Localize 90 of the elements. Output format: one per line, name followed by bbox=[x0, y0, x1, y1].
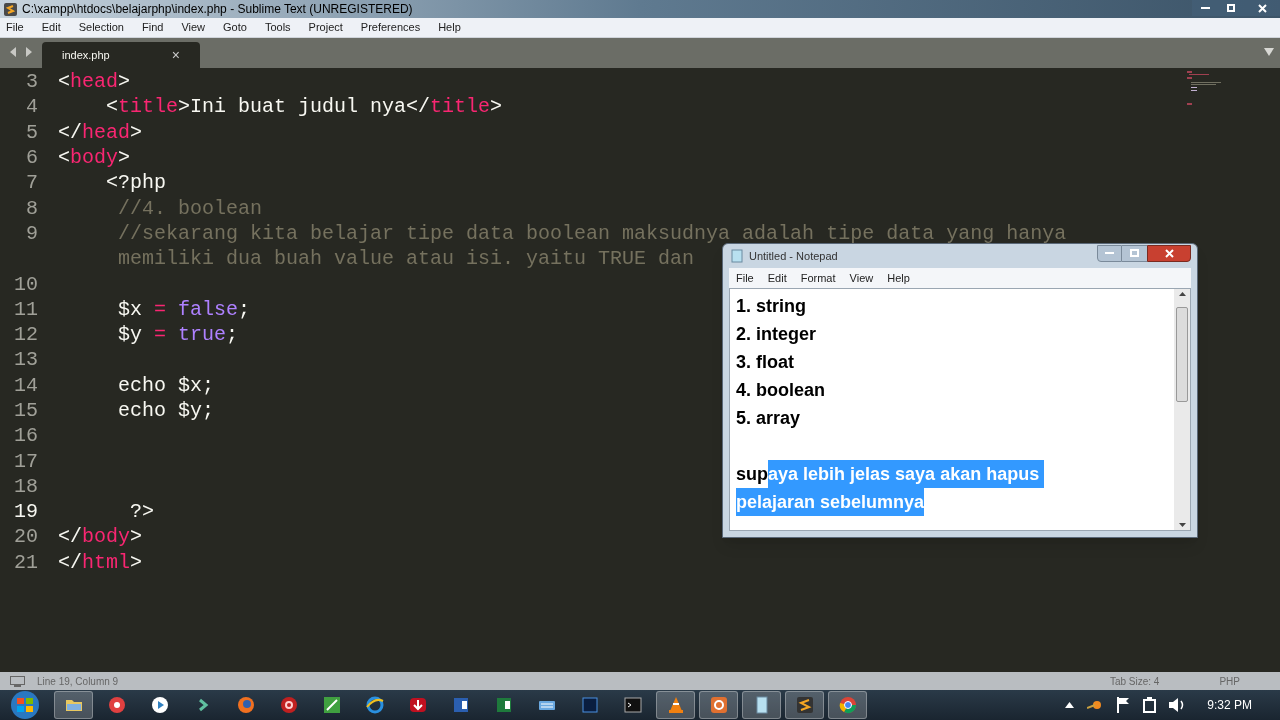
text-line: 2. integer bbox=[736, 323, 817, 346]
menu-item[interactable]: Tools bbox=[261, 19, 294, 36]
line-number: 21 bbox=[13, 549, 38, 575]
taskbar-button[interactable] bbox=[699, 691, 738, 719]
close-icon bbox=[1164, 248, 1174, 258]
minimize-button[interactable] bbox=[1192, 0, 1218, 16]
minimize-button[interactable] bbox=[1097, 244, 1122, 262]
code-line: //sekarang kita belajar tipe data boolean maksudnya adalah tipe data yang hanya bbox=[117, 220, 1067, 246]
code-line: memiliki dua buah value atau isi. yaitu TRUE dan bbox=[117, 246, 695, 272]
line-number: 17 bbox=[13, 448, 38, 474]
close-button[interactable] bbox=[1147, 244, 1191, 262]
code-line: echo $x; bbox=[117, 372, 215, 398]
window-title: C:\xampp\htdocs\belajarphp\index.php - Sublime Text (UNREGISTERED) bbox=[22, 1, 413, 18]
line-number: 4 bbox=[25, 94, 38, 120]
tab[interactable]: index.php × bbox=[42, 42, 200, 68]
tab-close-button[interactable]: × bbox=[171, 44, 180, 66]
bolt-icon bbox=[794, 695, 815, 715]
code-line: echo $y; bbox=[117, 398, 215, 423]
scroll-up-icon[interactable] bbox=[1178, 292, 1186, 296]
code-line: <title>Ini buat judul nya</title> bbox=[105, 94, 503, 120]
spark-icon[interactable] bbox=[1087, 698, 1104, 712]
line-number: 5 bbox=[25, 119, 38, 145]
square-icon bbox=[579, 695, 600, 715]
line-number: 6 bbox=[25, 145, 38, 171]
line-number: 18 bbox=[13, 473, 38, 499]
panel-toggle-icon[interactable] bbox=[10, 675, 25, 687]
selected-text: aya lebih jelas saya akan hapus bbox=[768, 460, 1045, 488]
up-arrow-icon[interactable] bbox=[1065, 702, 1075, 708]
text-line: 1. string bbox=[736, 295, 806, 318]
maximize-button[interactable] bbox=[1122, 244, 1147, 262]
code-line: ?> bbox=[129, 499, 154, 525]
selected-text: pelajaran sebelumnya bbox=[736, 488, 925, 516]
code-line: //4. boolean bbox=[117, 195, 263, 221]
menu-item[interactable]: Help bbox=[887, 269, 910, 287]
line-number: 15 bbox=[13, 398, 38, 423]
taskbar-button[interactable] bbox=[785, 691, 824, 719]
download-icon bbox=[407, 695, 428, 715]
code-line: $x = false; bbox=[117, 296, 251, 322]
menu-item[interactable]: View bbox=[849, 269, 874, 287]
dropdown-icon[interactable] bbox=[1264, 48, 1274, 56]
menu-item[interactable]: Help bbox=[435, 19, 464, 36]
line-number: 13 bbox=[13, 347, 38, 373]
line-number: 10 bbox=[13, 271, 38, 297]
menu-item[interactable]: Goto bbox=[220, 19, 250, 36]
line-number: 11 bbox=[13, 296, 38, 322]
close-icon bbox=[1257, 3, 1267, 13]
menu-item[interactable]: View bbox=[178, 19, 209, 36]
text-line: 4. boolean bbox=[736, 379, 825, 402]
line-number: 16 bbox=[13, 423, 38, 449]
line-number: 8 bbox=[25, 195, 38, 221]
code-line: </head> bbox=[58, 119, 143, 145]
code-line: $y = true; bbox=[117, 322, 239, 348]
menu-item[interactable]: Edit bbox=[767, 269, 787, 287]
menu-item[interactable]: Edit bbox=[38, 19, 64, 36]
text-line: 5. array bbox=[736, 407, 801, 430]
line-number: 7 bbox=[25, 170, 38, 196]
code-line: <?php bbox=[105, 170, 167, 196]
menu-item[interactable]: File bbox=[736, 269, 754, 287]
tab-nav-arrows-icon[interactable] bbox=[10, 47, 32, 57]
line-number: 20 bbox=[13, 524, 38, 550]
flag-icon[interactable] bbox=[1116, 697, 1131, 713]
terminal-icon bbox=[622, 695, 643, 715]
menu-item[interactable]: Format bbox=[800, 269, 836, 287]
menu-item[interactable]: File bbox=[3, 19, 27, 36]
code-line: </html> bbox=[58, 549, 143, 575]
clock[interactable]: 9:32 PM bbox=[1207, 696, 1252, 714]
line-number: 12 bbox=[13, 322, 38, 348]
start-button[interactable] bbox=[8, 690, 42, 720]
window-title: Untitled - Notepad bbox=[749, 248, 838, 264]
text-line: 3. float bbox=[736, 351, 794, 374]
line-number: 14 bbox=[13, 372, 38, 398]
notepad-icon bbox=[731, 249, 743, 263]
menu-item[interactable]: Find bbox=[138, 19, 167, 36]
app-logo-icon bbox=[4, 2, 17, 16]
scroll-down-icon[interactable] bbox=[1178, 523, 1186, 527]
cursor-position: Line 19, Column 9 bbox=[37, 674, 119, 689]
code-line: <body> bbox=[58, 145, 131, 171]
line-number: 3 bbox=[25, 69, 38, 95]
line-number: 19 bbox=[13, 499, 38, 525]
menu-item[interactable]: Selection bbox=[75, 19, 127, 36]
close-button[interactable] bbox=[1244, 0, 1280, 16]
vertical-scrollbar[interactable] bbox=[1174, 289, 1190, 530]
line-number: 9 bbox=[25, 220, 38, 246]
camera-icon bbox=[106, 695, 127, 715]
code-line: <head> bbox=[58, 69, 131, 95]
menu-item[interactable]: Project bbox=[305, 19, 346, 36]
menu-item[interactable]: Preferences bbox=[357, 19, 424, 36]
code-line: </body> bbox=[58, 524, 143, 550]
wheel-icon bbox=[837, 695, 858, 715]
play-icon bbox=[149, 695, 170, 715]
